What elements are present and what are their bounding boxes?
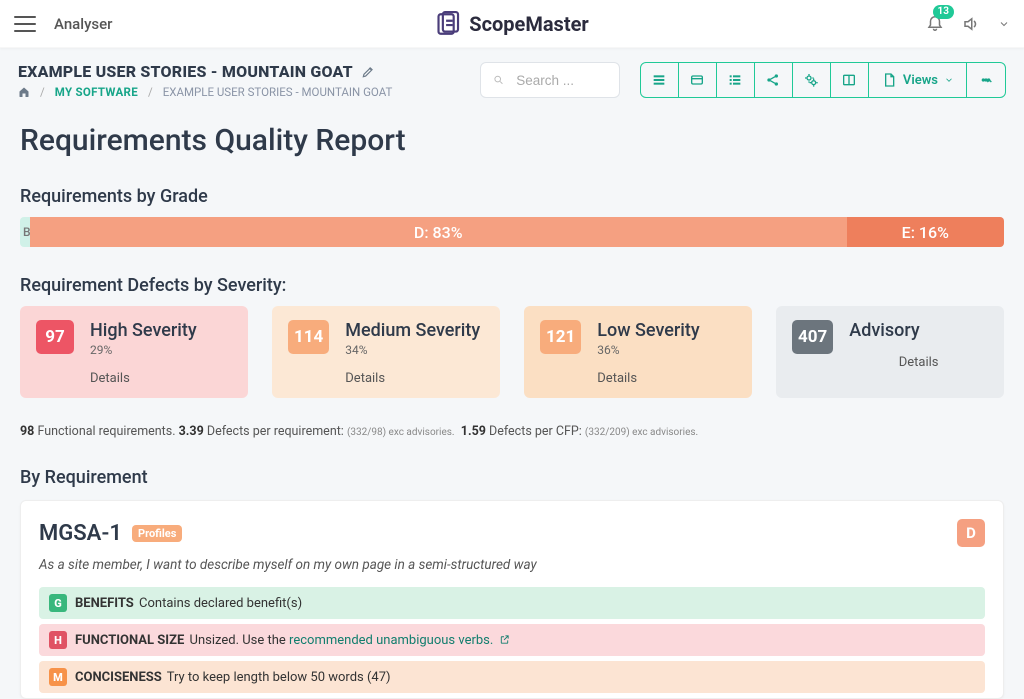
home-icon[interactable] <box>18 86 30 98</box>
issue-conciseness: M CONCISENESS Try to keep length below 5… <box>39 661 985 693</box>
medium-severity-label: Medium Severity <box>345 320 484 341</box>
search-box[interactable] <box>480 62 620 98</box>
low-severity-pct: 36% <box>597 343 736 357</box>
medium-severity-details-link[interactable]: Details <box>345 371 484 386</box>
advisory-details-link[interactable]: Details <box>899 355 939 370</box>
advisory-count: 407 <box>792 320 833 354</box>
grade-e-segment[interactable]: E: 16% <box>847 217 1004 247</box>
advisory-card: 407 Advisory Details <box>776 306 1004 398</box>
topbar-right: 13 <box>926 13 1010 35</box>
issue-concise-text: Try to keep length below 50 words (47) <box>164 670 391 685</box>
menu-icon[interactable] <box>14 16 36 32</box>
requirement-grade: D <box>957 519 985 547</box>
by-requirement-heading: By Requirement <box>20 467 1004 488</box>
toolbar-card-icon[interactable] <box>679 63 717 97</box>
user-story-text: As a site member, I want to describe mys… <box>39 557 985 573</box>
dpc-value: 1.59 <box>461 424 486 439</box>
dpc-label: Defects per CFP: <box>486 424 585 439</box>
toolbar-views-label: Views <box>903 73 938 88</box>
low-severity-details-link[interactable]: Details <box>597 371 736 386</box>
issue-benefits-text: Contains declared benefit(s) <box>136 596 302 611</box>
requirement-header: MGSA-1 Profiles D <box>39 519 985 547</box>
high-severity-pct: 29% <box>90 343 232 357</box>
toolbar-settings-icon[interactable] <box>793 63 831 97</box>
external-link-icon <box>499 634 510 645</box>
report-body: Requirements Quality Report Requirements… <box>18 99 1006 699</box>
issue-benefits-label: BENEFITS <box>75 596 134 611</box>
issue-concise-label: CONCISENESS <box>75 670 162 685</box>
volume-icon[interactable] <box>962 15 980 33</box>
toolbar-views-dropdown[interactable]: Views <box>869 63 967 97</box>
stats-line: 98 Functional requirements. 3.39 Defects… <box>20 424 1004 439</box>
breadcrumb-my-software[interactable]: MY SOFTWARE <box>55 85 138 99</box>
advisory-label: Advisory <box>849 320 988 341</box>
breadcrumb-current: EXAMPLE USER STORIES - MOUNTAIN GOAT <box>163 85 393 99</box>
defects-heading: Requirement Defects by Severity: <box>20 275 1004 296</box>
requirement-panel: MGSA-1 Profiles D As a site member, I wa… <box>20 500 1004 699</box>
issue-tag-good: G <box>49 594 67 612</box>
dpc-note: (332/209) exc advisories. <box>585 427 698 438</box>
page: EXAMPLE USER STORIES - MOUNTAIN GOAT / M… <box>0 48 1024 699</box>
edit-icon[interactable] <box>361 65 375 79</box>
toolbar-more-icon[interactable] <box>967 63 1005 97</box>
document-icon <box>881 72 897 88</box>
profiles-badge[interactable]: Profiles <box>132 525 182 542</box>
brand[interactable]: ScopeMaster <box>435 11 588 37</box>
medium-severity-card: 114 Medium Severity 34% Details <box>272 306 500 398</box>
fr-count: 98 <box>20 424 34 439</box>
notification-count: 13 <box>933 5 954 19</box>
issue-benefits: G BENEFITS Contains declared benefit(s) <box>39 587 985 619</box>
project-title: EXAMPLE USER STORIES - MOUNTAIN GOAT <box>18 62 460 81</box>
issue-tag-high: H <box>49 631 67 649</box>
high-severity-count: 97 <box>36 320 74 354</box>
medium-severity-count: 114 <box>288 320 329 354</box>
requirement-id[interactable]: MGSA-1 <box>39 521 122 546</box>
search-input[interactable] <box>514 72 607 89</box>
toolbar-panel-icon[interactable] <box>831 63 869 97</box>
brand-icon <box>435 11 461 37</box>
dpr-note: (332/98) exc advisories. <box>347 427 455 438</box>
chevron-down-icon[interactable] <box>998 18 1010 30</box>
project-title-text: EXAMPLE USER STORIES - MOUNTAIN GOAT <box>18 62 353 81</box>
medium-severity-pct: 34% <box>345 343 484 357</box>
high-severity-card: 97 High Severity 29% Details <box>20 306 248 398</box>
toolbar-detailed-list-icon[interactable] <box>717 63 755 97</box>
chevron-down-icon <box>944 75 954 85</box>
grades-heading: Requirements by Grade <box>20 186 1004 207</box>
breadcrumb-sep: / <box>148 85 153 99</box>
page-header-row: EXAMPLE USER STORIES - MOUNTAIN GOAT / M… <box>18 62 1006 99</box>
toolbar-list-icon[interactable] <box>641 63 679 97</box>
grade-d-segment[interactable]: D: 83% <box>30 217 847 247</box>
low-severity-card: 121 Low Severity 36% Details <box>524 306 752 398</box>
low-severity-label: Low Severity <box>597 320 736 341</box>
issue-functional-size: H FUNCTIONAL SIZE Unsized. Use the recom… <box>39 624 985 656</box>
dpr-value: 3.39 <box>179 424 204 439</box>
notifications-button[interactable]: 13 <box>926 13 944 35</box>
breadcrumb: / MY SOFTWARE / EXAMPLE USER STORIES - M… <box>18 85 460 99</box>
high-severity-label: High Severity <box>90 320 232 341</box>
severity-cards: 97 High Severity 29% Details 114 Medium … <box>20 306 1004 398</box>
dpr-label: Defects per requirement: <box>204 424 347 439</box>
page-title: Requirements Quality Report <box>20 123 1004 158</box>
topbar: Analyser ScopeMaster 13 <box>0 0 1024 48</box>
grade-bar: B D: 83% E: 16% <box>20 217 1004 247</box>
grade-b-segment[interactable]: B <box>20 217 30 247</box>
breadcrumb-sep: / <box>40 85 45 99</box>
issue-tag-medium: M <box>49 668 67 686</box>
page-head: EXAMPLE USER STORIES - MOUNTAIN GOAT / M… <box>18 62 460 99</box>
app-section-label: Analyser <box>54 15 112 33</box>
view-toolbar: Views <box>640 62 1006 98</box>
fr-label: Functional requirements. <box>34 424 178 439</box>
toolbar-share-icon[interactable] <box>755 63 793 97</box>
search-icon <box>493 73 504 87</box>
brand-text: ScopeMaster <box>469 12 588 36</box>
low-severity-count: 121 <box>540 320 581 354</box>
high-severity-details-link[interactable]: Details <box>90 371 232 386</box>
